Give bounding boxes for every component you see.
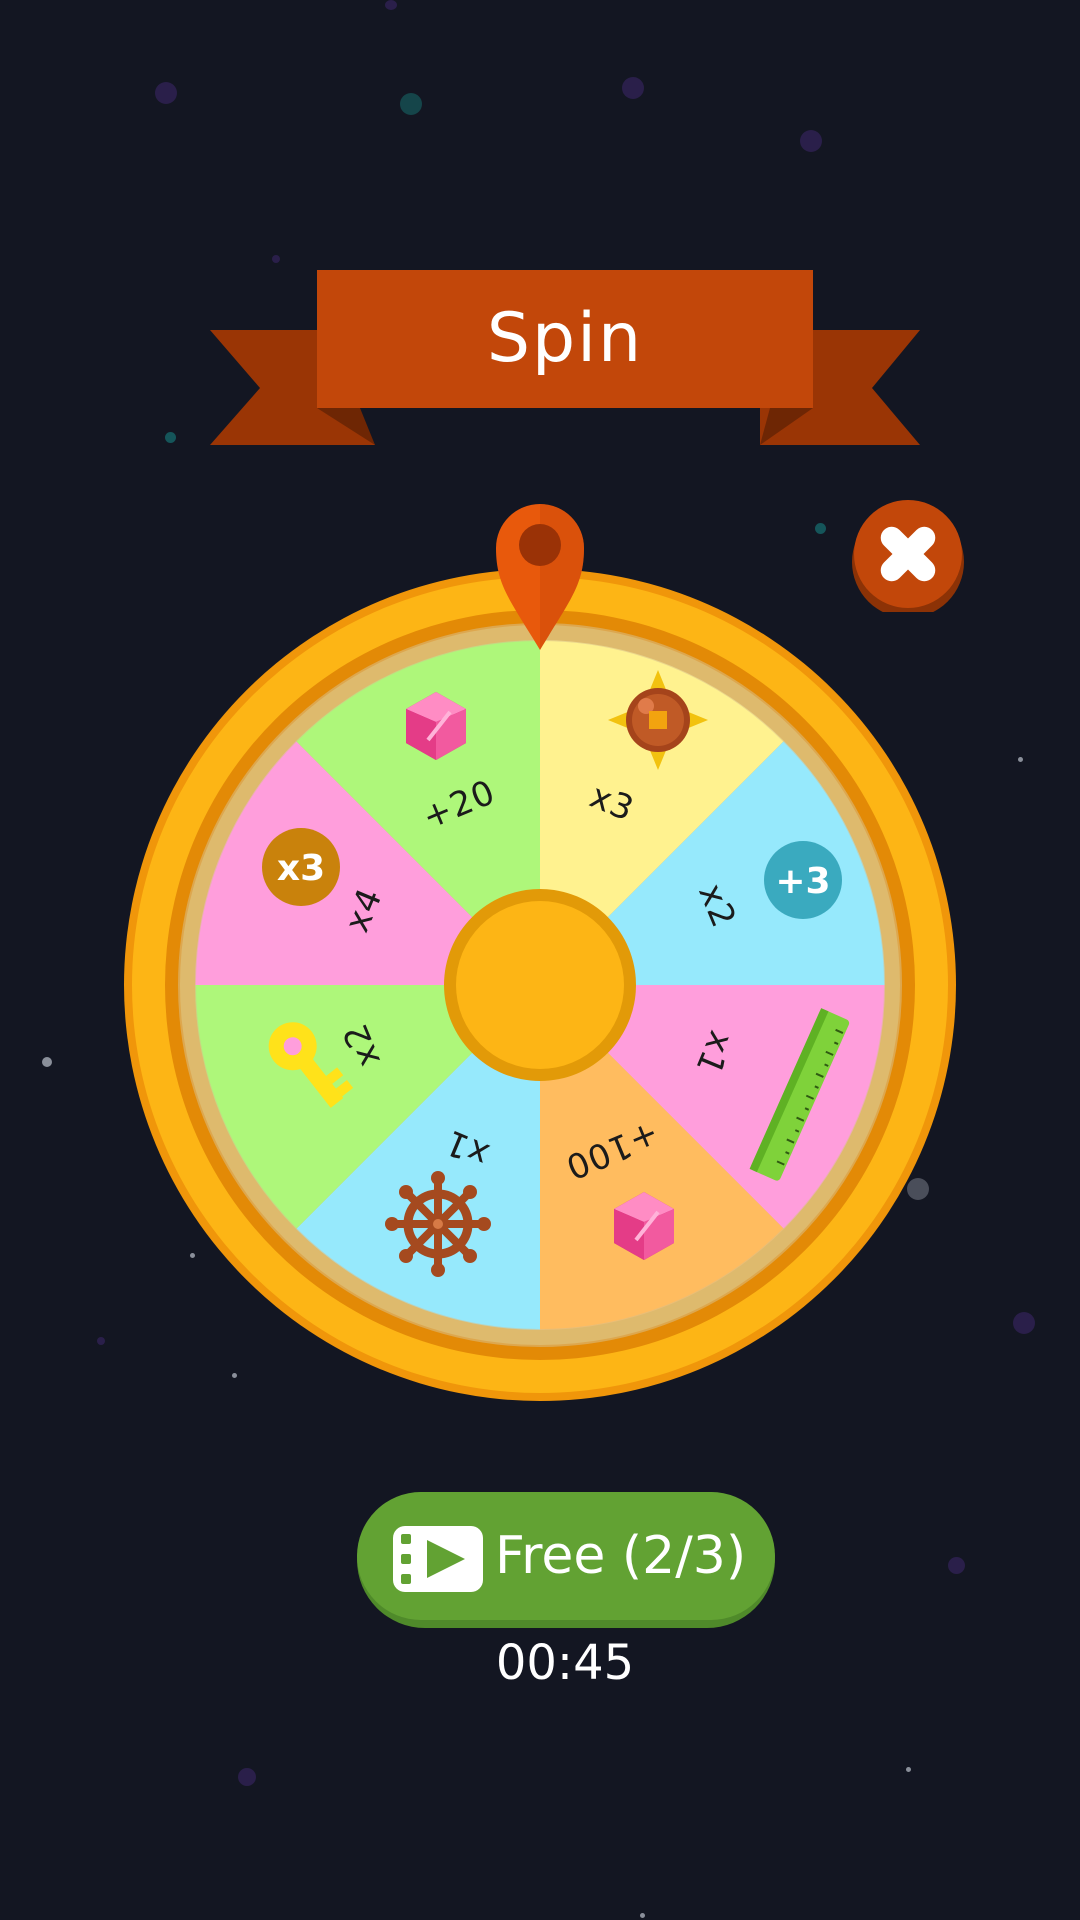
page-title: Spin <box>486 298 644 378</box>
free-spin-button-face: Free (2/3) <box>357 1492 775 1620</box>
countdown-timer: 00:45 <box>495 1635 635 1691</box>
title-banner: Spin <box>0 0 1080 460</box>
close-icon <box>852 500 964 618</box>
video-ad-icon <box>393 1526 483 1592</box>
free-spin-label: Free (2/3) <box>495 1526 747 1586</box>
free-spin-button[interactable]: Free (2/3) <box>357 1492 775 1628</box>
close-button[interactable] <box>852 500 964 618</box>
